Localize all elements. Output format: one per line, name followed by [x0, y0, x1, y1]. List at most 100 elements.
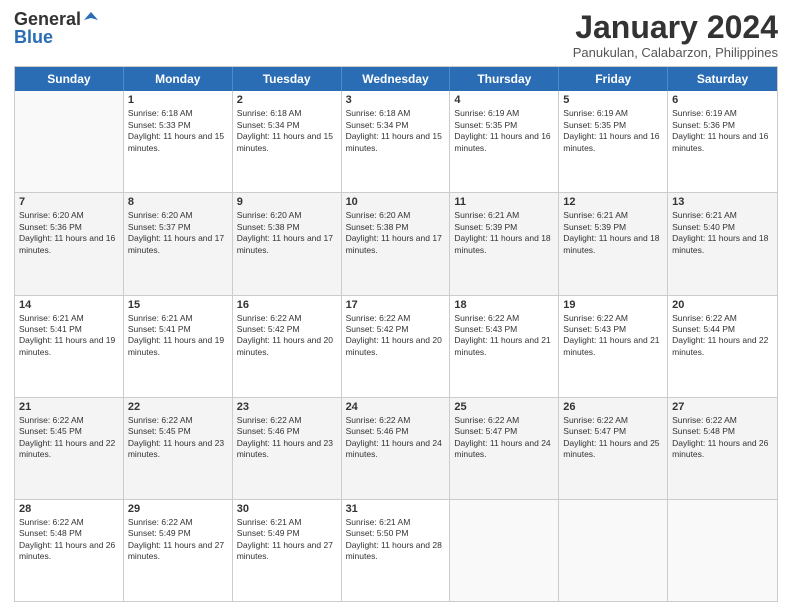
header-day-sunday: Sunday	[15, 67, 124, 91]
calendar-subtitle: Panukulan, Calabarzon, Philippines	[573, 45, 778, 60]
day-number: 21	[19, 401, 119, 413]
cell-info: Sunrise: 6:18 AMSunset: 5:34 PMDaylight:…	[346, 108, 446, 154]
cell-info: Sunrise: 6:22 AMSunset: 5:48 PMDaylight:…	[672, 415, 773, 461]
date-cell-31: 31 Sunrise: 6:21 AMSunset: 5:50 PMDayligh…	[342, 500, 451, 601]
day-number: 29	[128, 503, 228, 515]
cell-info: Sunrise: 6:22 AMSunset: 5:42 PMDaylight:…	[346, 313, 446, 359]
logo-general-text: General	[14, 10, 81, 28]
empty-cell	[668, 500, 777, 601]
calendar-row-4: 28Sunrise: 6:22 AMSunset: 5:48 PMDayligh…	[15, 500, 777, 601]
date-cell-10: 10Sunrise: 6:20 AMSunset: 5:38 PMDayligh…	[342, 193, 451, 294]
cell-info: Sunrise: 6:19 AMSunset: 5:35 PMDaylight:…	[563, 108, 663, 154]
day-number: 27	[672, 401, 773, 413]
date-cell-30: 30 Sunrise: 6:21 AMSunset: 5:49 PMDayligh…	[233, 500, 342, 601]
day-number: 1	[128, 94, 228, 106]
logo-blue-text: Blue	[14, 28, 53, 46]
cell-info: Sunrise: 6:20 AMSunset: 5:36 PMDaylight:…	[19, 210, 119, 256]
header-day-wednesday: Wednesday	[342, 67, 451, 91]
day-number: 30	[237, 503, 337, 515]
day-number: 24	[346, 401, 446, 413]
day-number: 26	[563, 401, 663, 413]
calendar-title: January 2024	[573, 10, 778, 45]
cell-info: Sunrise: 6:22 AMSunset: 5:45 PMDaylight:…	[19, 415, 119, 461]
cell-info: Sunrise: 6:21 AMSunset: 5:40 PMDaylight:…	[672, 210, 773, 256]
day-number: 5	[563, 94, 663, 106]
cell-info: Sunrise: 6:22 AMSunset: 5:44 PMDaylight:…	[672, 313, 773, 359]
date-cell-20: 20Sunrise: 6:22 AMSunset: 5:44 PMDayligh…	[668, 296, 777, 397]
calendar-row-3: 21 Sunrise: 6:22 AMSunset: 5:45 PMDayligh…	[15, 398, 777, 500]
header-day-friday: Friday	[559, 67, 668, 91]
cell-info: Sunrise: 6:21 AMSunset: 5:50 PMDaylight:…	[346, 517, 446, 563]
date-cell-21: 21 Sunrise: 6:22 AMSunset: 5:45 PMDayligh…	[15, 398, 124, 499]
day-number: 8	[128, 196, 228, 208]
day-number: 15	[128, 299, 228, 311]
day-number: 18	[454, 299, 554, 311]
header-day-saturday: Saturday	[668, 67, 777, 91]
date-cell-22: 22Sunrise: 6:22 AMSunset: 5:45 PMDayligh…	[124, 398, 233, 499]
cell-info: Sunrise: 6:22 AMSunset: 5:42 PMDaylight:…	[237, 313, 337, 359]
date-cell-8: 8 Sunrise: 6:20 AMSunset: 5:37 PMDaylight…	[124, 193, 233, 294]
cell-info: Sunrise: 6:21 AMSunset: 5:39 PMDaylight:…	[563, 210, 663, 256]
cell-info: Sunrise: 6:22 AMSunset: 5:47 PMDaylight:…	[563, 415, 663, 461]
date-cell-11: 11 Sunrise: 6:21 AMSunset: 5:39 PMDayligh…	[450, 193, 559, 294]
day-number: 12	[563, 196, 663, 208]
day-number: 31	[346, 503, 446, 515]
date-cell-5: 5 Sunrise: 6:19 AMSunset: 5:35 PMDaylight…	[559, 91, 668, 192]
cell-info: Sunrise: 6:21 AMSunset: 5:41 PMDaylight:…	[19, 313, 119, 359]
day-number: 16	[237, 299, 337, 311]
cell-info: Sunrise: 6:19 AMSunset: 5:35 PMDaylight:…	[454, 108, 554, 154]
cell-info: Sunrise: 6:18 AMSunset: 5:34 PMDaylight:…	[237, 108, 337, 154]
date-cell-25: 25Sunrise: 6:22 AMSunset: 5:47 PMDayligh…	[450, 398, 559, 499]
day-number: 9	[237, 196, 337, 208]
cell-info: Sunrise: 6:21 AMSunset: 5:39 PMDaylight:…	[454, 210, 554, 256]
date-cell-15: 15 Sunrise: 6:21 AMSunset: 5:41 PMDayligh…	[124, 296, 233, 397]
day-number: 28	[19, 503, 119, 515]
day-number: 11	[454, 196, 554, 208]
cell-info: Sunrise: 6:20 AMSunset: 5:37 PMDaylight:…	[128, 210, 228, 256]
cell-info: Sunrise: 6:19 AMSunset: 5:36 PMDaylight:…	[672, 108, 773, 154]
day-number: 2	[237, 94, 337, 106]
cell-info: Sunrise: 6:22 AMSunset: 5:43 PMDaylight:…	[454, 313, 554, 359]
cell-info: Sunrise: 6:21 AMSunset: 5:41 PMDaylight:…	[128, 313, 228, 359]
cell-info: Sunrise: 6:22 AMSunset: 5:47 PMDaylight:…	[454, 415, 554, 461]
header: General Blue January 2024 Panukulan, Cal…	[14, 10, 778, 60]
cell-info: Sunrise: 6:20 AMSunset: 5:38 PMDaylight:…	[237, 210, 337, 256]
calendar: SundayMondayTuesdayWednesdayThursdayFrid…	[14, 66, 778, 602]
date-cell-16: 16 Sunrise: 6:22 AMSunset: 5:42 PMDayligh…	[233, 296, 342, 397]
logo-bird-icon	[82, 10, 100, 28]
header-day-tuesday: Tuesday	[233, 67, 342, 91]
day-number: 13	[672, 196, 773, 208]
logo: General Blue	[14, 10, 100, 46]
cell-info: Sunrise: 6:21 AMSunset: 5:49 PMDaylight:…	[237, 517, 337, 563]
empty-cell	[15, 91, 124, 192]
date-cell-24: 24Sunrise: 6:22 AMSunset: 5:46 PMDayligh…	[342, 398, 451, 499]
date-cell-17: 17 Sunrise: 6:22 AMSunset: 5:42 PMDayligh…	[342, 296, 451, 397]
date-cell-9: 9 Sunrise: 6:20 AMSunset: 5:38 PMDaylight…	[233, 193, 342, 294]
header-day-monday: Monday	[124, 67, 233, 91]
day-number: 17	[346, 299, 446, 311]
day-number: 19	[563, 299, 663, 311]
date-cell-2: 2 Sunrise: 6:18 AMSunset: 5:34 PMDaylight…	[233, 91, 342, 192]
date-cell-29: 29Sunrise: 6:22 AMSunset: 5:49 PMDayligh…	[124, 500, 233, 601]
calendar-body: 1Sunrise: 6:18 AMSunset: 5:33 PMDaylight…	[15, 91, 777, 601]
day-number: 10	[346, 196, 446, 208]
date-cell-26: 26 Sunrise: 6:22 AMSunset: 5:47 PMDayligh…	[559, 398, 668, 499]
date-cell-7: 7Sunrise: 6:20 AMSunset: 5:36 PMDaylight…	[15, 193, 124, 294]
calendar-row-2: 14 Sunrise: 6:21 AMSunset: 5:41 PMDayligh…	[15, 296, 777, 398]
day-number: 23	[237, 401, 337, 413]
day-number: 3	[346, 94, 446, 106]
day-number: 4	[454, 94, 554, 106]
empty-cell	[559, 500, 668, 601]
calendar-row-0: 1Sunrise: 6:18 AMSunset: 5:33 PMDaylight…	[15, 91, 777, 193]
date-cell-23: 23Sunrise: 6:22 AMSunset: 5:46 PMDayligh…	[233, 398, 342, 499]
day-number: 14	[19, 299, 119, 311]
calendar-header: SundayMondayTuesdayWednesdayThursdayFrid…	[15, 67, 777, 91]
title-section: January 2024 Panukulan, Calabarzon, Phil…	[573, 10, 778, 60]
date-cell-19: 19Sunrise: 6:22 AMSunset: 5:43 PMDayligh…	[559, 296, 668, 397]
cell-info: Sunrise: 6:22 AMSunset: 5:45 PMDaylight:…	[128, 415, 228, 461]
date-cell-3: 3 Sunrise: 6:18 AMSunset: 5:34 PMDaylight…	[342, 91, 451, 192]
day-number: 6	[672, 94, 773, 106]
date-cell-14: 14 Sunrise: 6:21 AMSunset: 5:41 PMDayligh…	[15, 296, 124, 397]
date-cell-12: 12 Sunrise: 6:21 AMSunset: 5:39 PMDayligh…	[559, 193, 668, 294]
date-cell-13: 13 Sunrise: 6:21 AMSunset: 5:40 PMDayligh…	[668, 193, 777, 294]
